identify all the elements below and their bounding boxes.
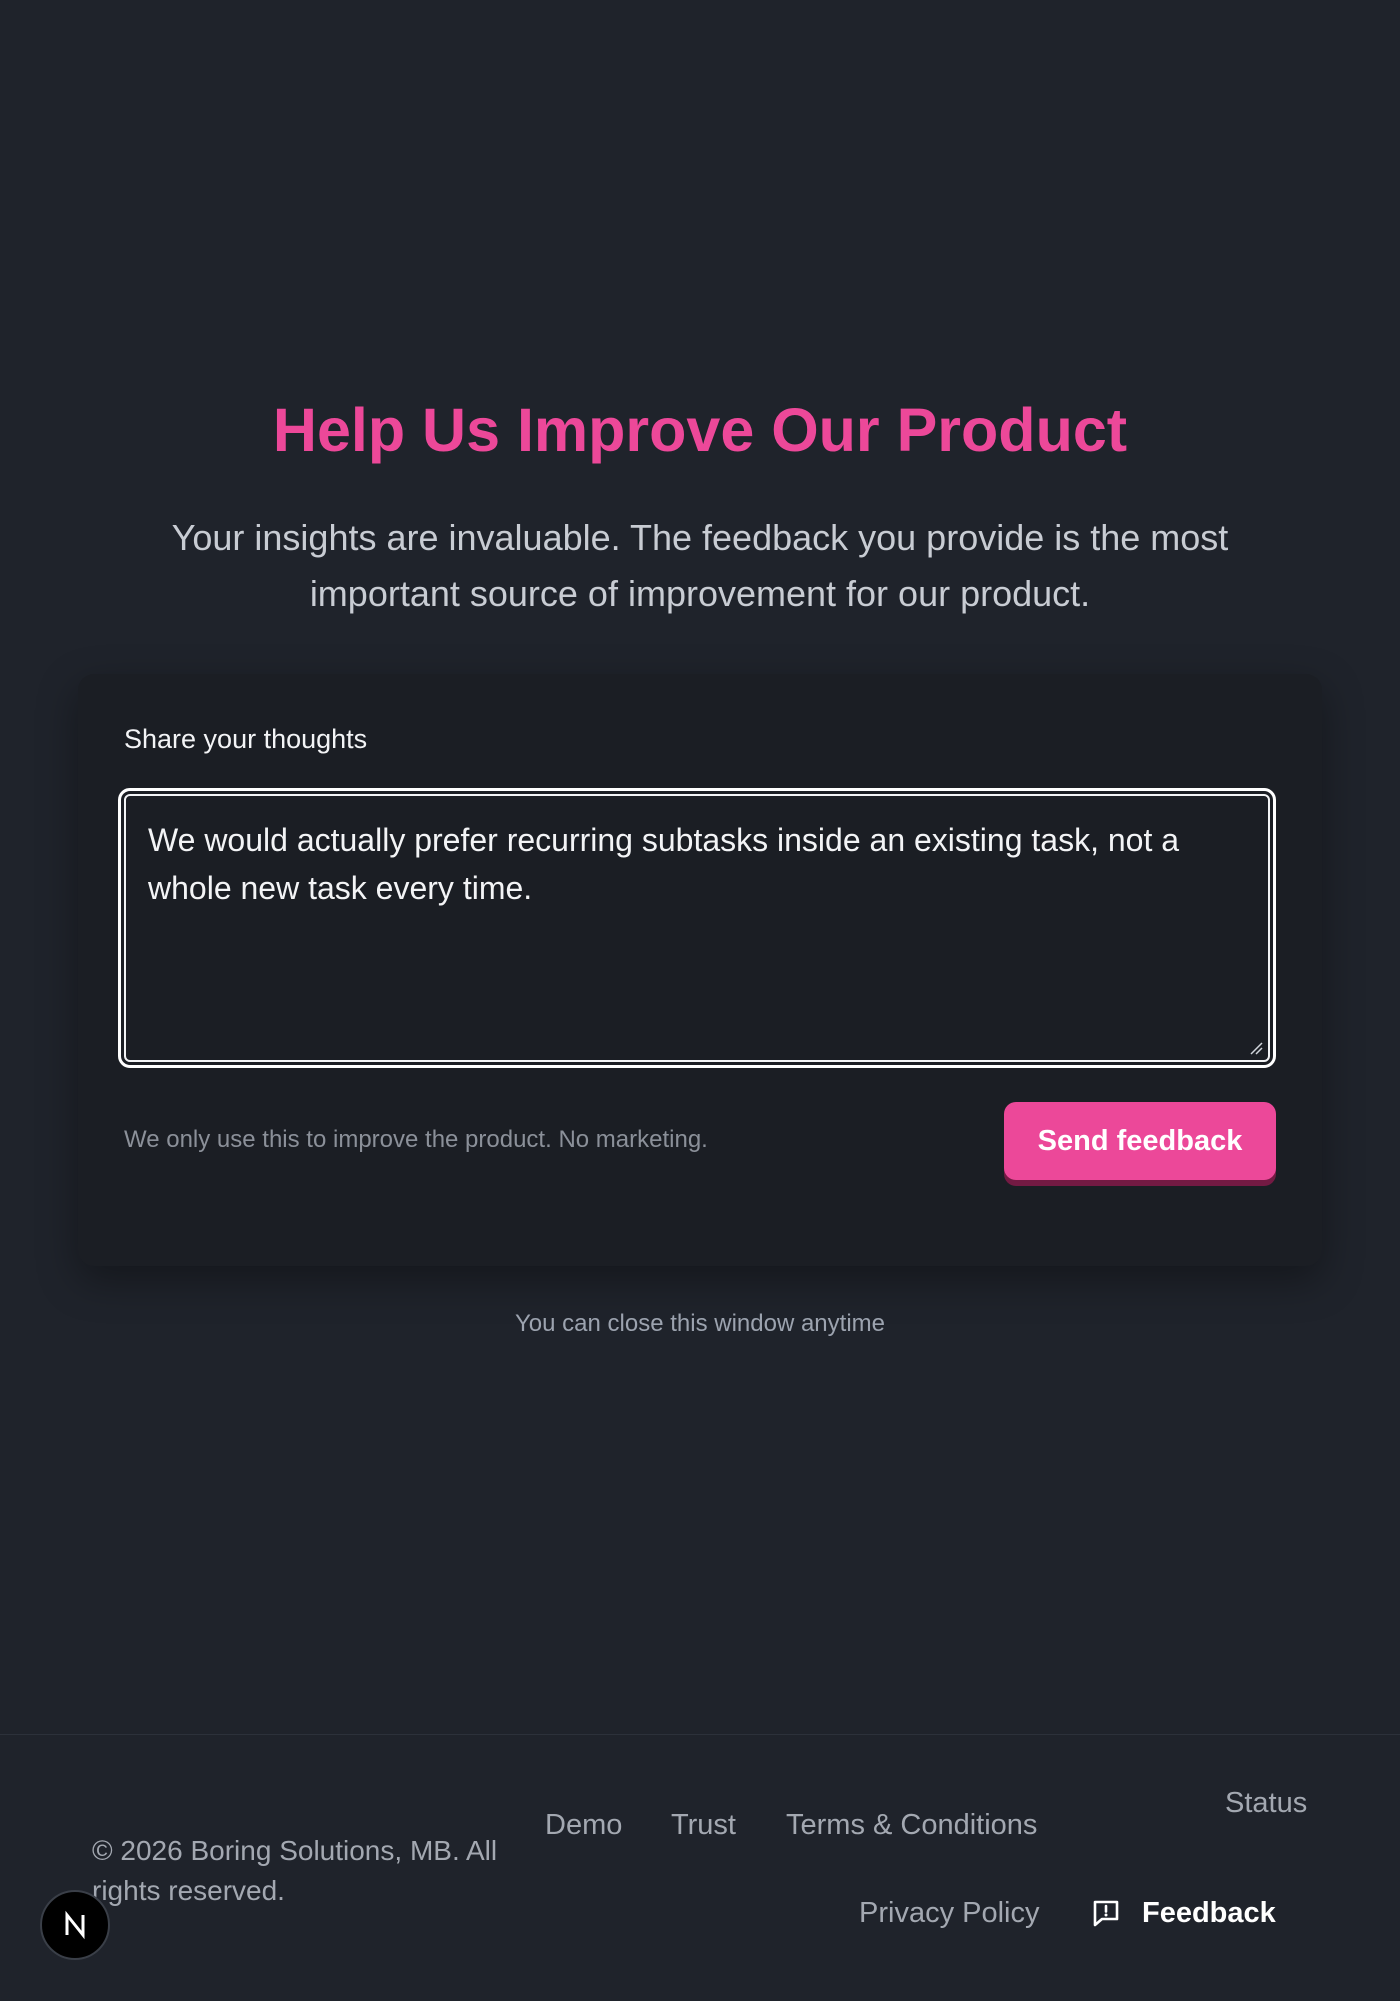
feedback-card: Share your thoughts We would actually pr… [78,674,1322,1266]
footer-link-demo[interactable]: Demo [545,1809,622,1842]
resize-handle-icon[interactable] [1249,1041,1263,1055]
message-alert-icon [1093,1900,1119,1927]
feedback-button[interactable]: Feedback [1090,1885,1276,1941]
feedback-field-label: Share your thoughts [124,724,368,754]
privacy-note: We only use this to improve the product.… [124,1126,708,1153]
send-feedback-button[interactable]: Send feedback [1004,1102,1276,1180]
footer-link-status[interactable]: Status [1225,1787,1307,1820]
site-footer: © 2026 Boring Solutions, MB. All rights … [0,1734,1400,2001]
footer-link-privacy[interactable]: Privacy Policy [859,1897,1040,1930]
footer-link-terms[interactable]: Terms & Conditions [786,1809,1037,1842]
page-title: Help Us Improve Our Product [272,396,1128,464]
hero-section: Help Us Improve Our Product Your insight… [0,390,1400,614]
footer-link-trust[interactable]: Trust [671,1809,736,1842]
feedback-button-label: Feedback [1142,1896,1276,1929]
close-window-hint: You can close this window anytime [515,1310,885,1337]
feedback-textarea-focus-ring: We would actually prefer recurring subta… [118,788,1276,1068]
next-logo-icon[interactable] [40,1890,110,1960]
copyright-text: © 2026 Boring Solutions, MB. All rights … [92,1835,498,1906]
page-subtitle: Your insights are invaluable. The feedba… [171,517,1229,614]
feedback-textarea[interactable]: We would actually prefer recurring subta… [124,794,1270,1062]
n-letter-icon [65,1910,85,1940]
